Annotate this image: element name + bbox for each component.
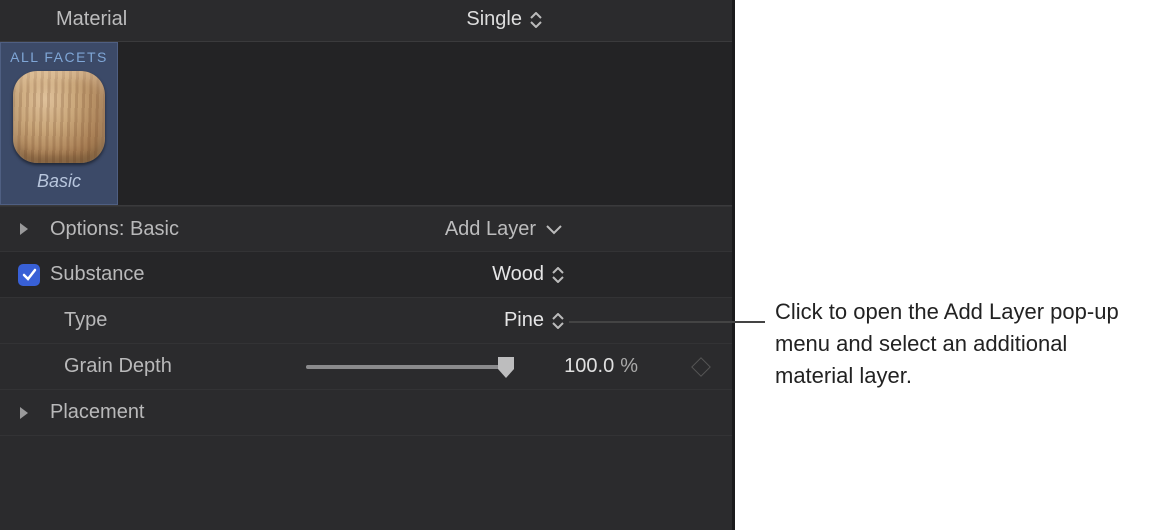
type-label: Type [64, 309, 107, 332]
facets-bar: ALL FACETS Basic [0, 41, 732, 206]
callout-line [569, 321, 765, 323]
material-label: Material [56, 8, 466, 31]
disclosure-triangle-icon[interactable] [12, 406, 36, 420]
type-value: Pine [504, 309, 544, 332]
add-layer-popup[interactable]: Add Layer [445, 218, 732, 241]
grain-depth-label: Grain Depth [64, 355, 172, 378]
grain-depth-row: Grain Depth 100.0 % [0, 344, 732, 390]
substance-popup[interactable]: Wood [492, 263, 732, 286]
placement-label: Placement [50, 401, 145, 424]
material-mode-value: Single [466, 8, 522, 31]
add-layer-label: Add Layer [445, 218, 536, 241]
grain-depth-slider[interactable] [306, 365, 506, 369]
substance-checkbox[interactable] [18, 264, 40, 286]
facet-name: Basic [37, 171, 81, 192]
updown-icon [552, 267, 564, 283]
options-label: Options: Basic [50, 218, 179, 241]
chevron-down-icon [546, 218, 562, 241]
options-row: Options: Basic Add Layer [0, 206, 732, 252]
updown-icon [552, 313, 564, 329]
facet-tile[interactable]: ALL FACETS Basic [0, 42, 118, 205]
updown-icon [530, 12, 542, 28]
disclosure-triangle-icon[interactable] [12, 222, 36, 236]
annotation-text: Click to open the Add Layer pop-up menu … [775, 296, 1145, 392]
grain-depth-value[interactable]: 100.0 [536, 355, 614, 378]
placement-row: Placement [0, 390, 732, 436]
substance-label: Substance [50, 263, 145, 286]
keyframe-diamond-icon[interactable] [691, 357, 711, 377]
substance-value: Wood [492, 263, 544, 286]
material-row: Material Single [0, 0, 732, 41]
facet-title: ALL FACETS [10, 49, 108, 65]
substance-row: Substance Wood [0, 252, 732, 298]
inspector-panel: Material Single ALL FACETS Basic Options… [0, 0, 735, 530]
slider-fill [306, 365, 506, 369]
grain-depth-unit: % [620, 355, 638, 378]
material-mode-popup[interactable]: Single [466, 8, 692, 31]
material-thumbnail [13, 71, 105, 163]
